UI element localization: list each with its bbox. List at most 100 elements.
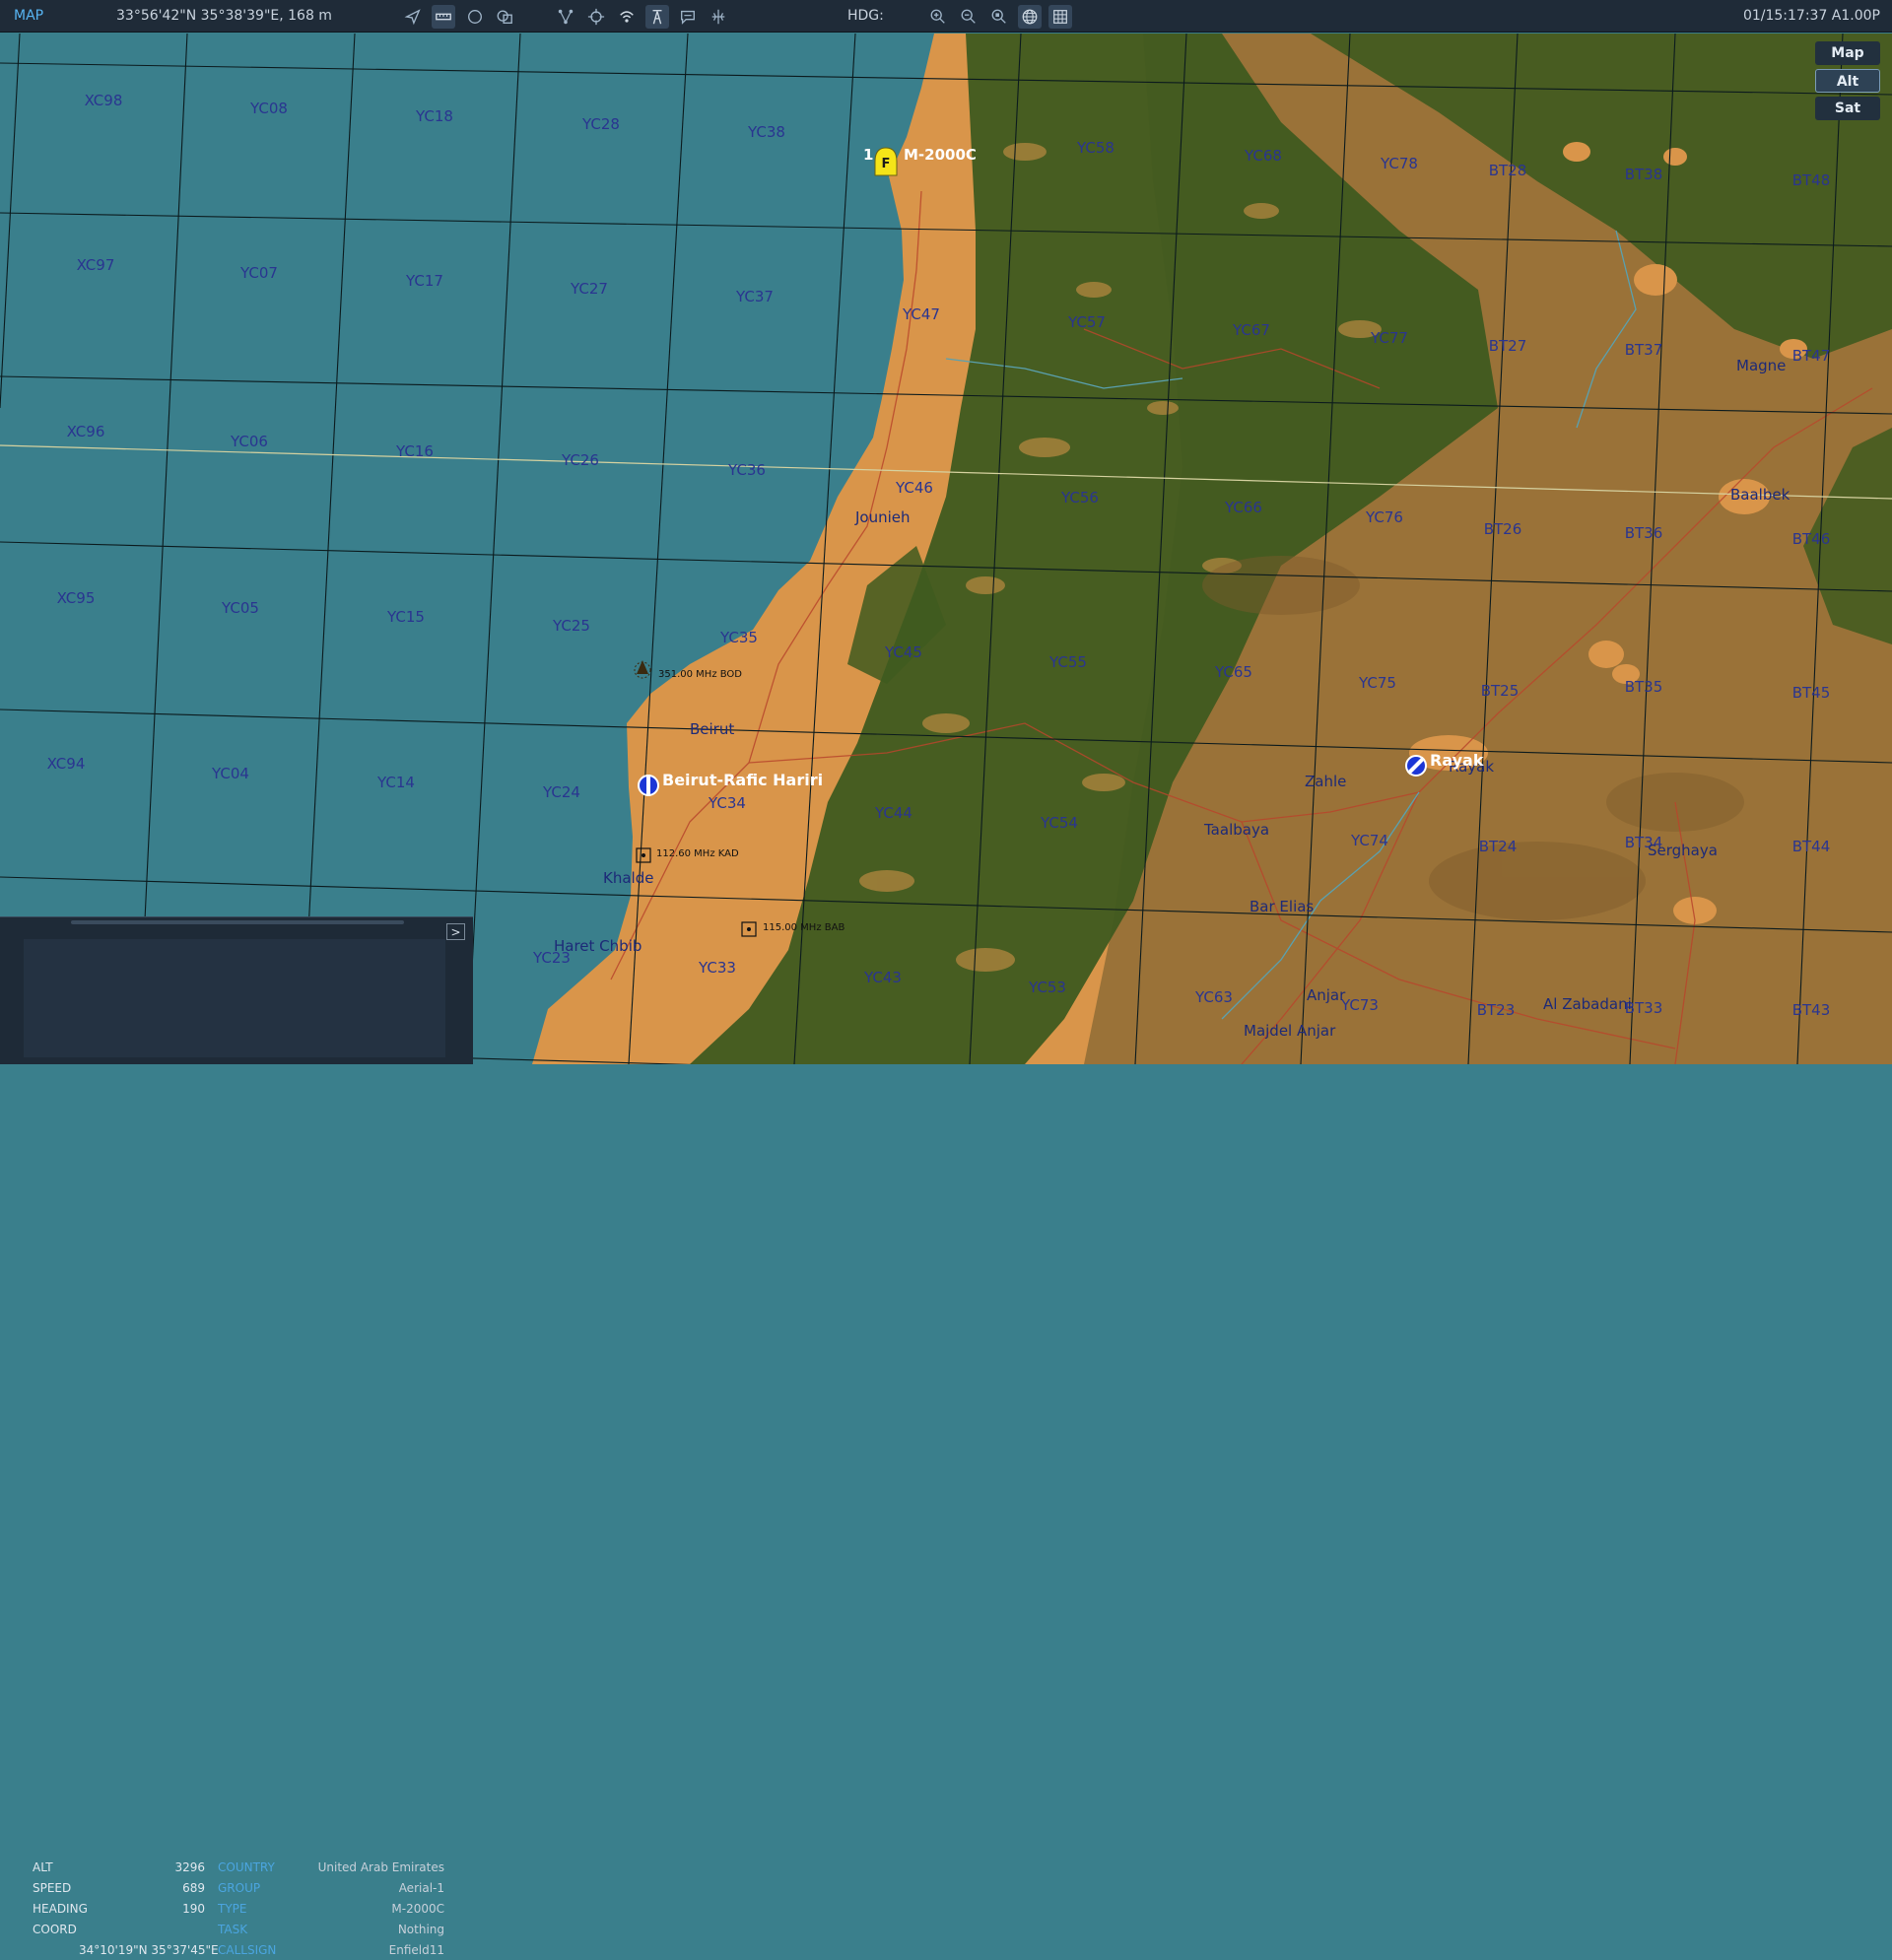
- grid-label-yc45: YC45: [884, 643, 922, 661]
- task-label: TASK: [218, 1923, 248, 1936]
- circle-icon[interactable]: [463, 5, 487, 29]
- layers-icon[interactable]: [493, 5, 516, 29]
- heading-value: 190: [182, 1902, 205, 1916]
- place-label-bar-elias: Bar Elias: [1250, 898, 1314, 915]
- grid-label-yc17: YC17: [405, 272, 443, 290]
- grid-label-yc58: YC58: [1076, 139, 1115, 157]
- grid-label-yc67: YC67: [1232, 321, 1270, 339]
- callsign-label: CALLSIGN: [218, 1943, 277, 1957]
- type-value: M-2000C: [391, 1902, 444, 1916]
- coord-label: COORD: [33, 1923, 77, 1936]
- navaid-bod-label: 351.00 MHz BOD: [658, 669, 742, 680]
- grid-label-yc56: YC56: [1060, 489, 1099, 507]
- grid-label-yc77: YC77: [1370, 329, 1408, 347]
- grid-label-bt47: BT47: [1792, 347, 1831, 365]
- place-label-beirut: Beirut: [690, 720, 734, 738]
- grid-icon[interactable]: [1048, 5, 1072, 29]
- type-label: TYPE: [218, 1902, 247, 1916]
- alt-label: ALT: [33, 1860, 53, 1874]
- map-style-map-button[interactable]: Map: [1815, 41, 1880, 65]
- chat-icon[interactable]: [676, 5, 700, 29]
- grid-label-yc44: YC44: [874, 804, 912, 822]
- grid-label-bt23: BT23: [1477, 1001, 1516, 1019]
- zoom-in-icon[interactable]: [926, 5, 950, 29]
- grid-label-yc53: YC53: [1028, 979, 1066, 996]
- terrain-map[interactable]: XC98 YC08 YC18 YC28 YC38 YC58 YC68 YC78 BT28 BT38…: [0, 34, 1892, 1064]
- grid-label-xc97: XC97: [77, 256, 115, 274]
- airfield-beirut-label: Beirut-Rafic Hariri: [662, 771, 823, 789]
- route-icon[interactable]: [554, 5, 577, 29]
- map-title: MAP: [14, 8, 44, 24]
- grid-label-yc75: YC75: [1358, 674, 1396, 692]
- grid-label-xc98: XC98: [85, 92, 123, 109]
- grid-label-yc35: YC35: [719, 629, 758, 646]
- unit-number: 1: [863, 146, 873, 164]
- country-value: United Arab Emirates: [317, 1860, 444, 1874]
- map-style-sat-button[interactable]: Sat: [1815, 97, 1880, 120]
- grid-label-yc16: YC16: [395, 442, 434, 460]
- grid-label-xc94: XC94: [47, 755, 86, 773]
- grid-label-bt26: BT26: [1484, 520, 1522, 538]
- heading-label: HDG:: [847, 8, 884, 24]
- coord-value: 34°10'19"N 35°37'45"E: [79, 1943, 219, 1957]
- globe-icon[interactable]: [1018, 5, 1042, 29]
- grid-label-bt36: BT36: [1625, 524, 1663, 542]
- grid-label-bt37: BT37: [1625, 341, 1663, 359]
- map-canvas[interactable]: XC98 YC08 YC18 YC28 YC38 YC58 YC68 YC78 BT28 BT38…: [0, 34, 1892, 1064]
- grid-label-yc06: YC06: [230, 433, 268, 450]
- place-label-magne: Magne: [1736, 357, 1786, 374]
- crosshair-icon[interactable]: [584, 5, 608, 29]
- navigate-icon[interactable]: [401, 5, 425, 29]
- callsign-value: Enfield11: [388, 1943, 444, 1957]
- grid-label-yc28: YC28: [581, 115, 620, 133]
- grid-label-bt43: BT43: [1792, 1001, 1831, 1019]
- zoom-fit-icon[interactable]: [987, 5, 1011, 29]
- grid-label-xc96: XC96: [67, 423, 105, 440]
- group-label: GROUP: [218, 1881, 261, 1895]
- grid-label-bt38: BT38: [1625, 166, 1663, 183]
- signal-icon[interactable]: [615, 5, 639, 29]
- grid-label-yc46: YC46: [895, 479, 933, 497]
- place-label-taalbaya: Taalbaya: [1203, 821, 1269, 839]
- grid-label-bt45: BT45: [1792, 684, 1831, 702]
- grid-label-yc74: YC74: [1350, 832, 1388, 849]
- unit-marker-letter: F: [882, 157, 891, 171]
- top-toolbar: MAP 33°56'42"N 35°38'39"E, 168 m HDG: 01…: [0, 0, 1892, 33]
- place-label-serghaya: Serghaya: [1648, 842, 1718, 859]
- grid-label-yc04: YC04: [211, 765, 249, 782]
- grid-label-yc18: YC18: [415, 107, 453, 125]
- network-icon[interactable]: [707, 5, 730, 29]
- navaid-kad-label: 112.60 MHz KAD: [656, 848, 739, 859]
- clock-readout: 01/15:17:37 A1.00P: [1742, 8, 1880, 24]
- place-label-zahle: Zahle: [1305, 773, 1346, 790]
- grid-label-yc24: YC24: [542, 783, 580, 801]
- grid-label-yc37: YC37: [735, 288, 774, 305]
- group-value: Aerial-1: [398, 1881, 444, 1895]
- grid-label-yc25: YC25: [552, 617, 590, 635]
- grid-label-yc78: YC78: [1380, 155, 1418, 172]
- grid-label-xc95: XC95: [57, 589, 96, 607]
- place-label-khalde: Khalde: [603, 869, 653, 887]
- grid-label-bt28: BT28: [1489, 162, 1527, 179]
- zoom-out-icon[interactable]: [957, 5, 980, 29]
- ruler-icon[interactable]: [432, 5, 455, 29]
- grid-label-bt24: BT24: [1479, 838, 1518, 855]
- grid-label-yc57: YC57: [1067, 313, 1106, 331]
- panel-resize-handle[interactable]: [71, 920, 404, 924]
- expand-panel-button[interactable]: >: [446, 923, 465, 940]
- country-label: COUNTRY: [218, 1860, 275, 1874]
- navaid-bab-label: 115.00 MHz BAB: [763, 922, 845, 933]
- grid-label-yc55: YC55: [1048, 653, 1087, 671]
- grid-label-yc47: YC47: [902, 305, 940, 323]
- map-style-alt-button[interactable]: Alt: [1815, 69, 1880, 93]
- alt-value: 3296: [174, 1860, 205, 1874]
- place-label-jounieh: Jounieh: [854, 508, 911, 526]
- grid-label-yc26: YC26: [561, 451, 599, 469]
- airfield-rayak-label: Rayak: [1430, 751, 1484, 770]
- grid-label-yc43: YC43: [863, 969, 902, 986]
- grid-label-yc73: YC73: [1340, 996, 1379, 1014]
- grid-label-yc68: YC68: [1244, 147, 1282, 165]
- grid-label-yc08: YC08: [249, 100, 288, 117]
- grid-label-yc27: YC27: [570, 280, 608, 298]
- tower-icon[interactable]: [645, 5, 669, 29]
